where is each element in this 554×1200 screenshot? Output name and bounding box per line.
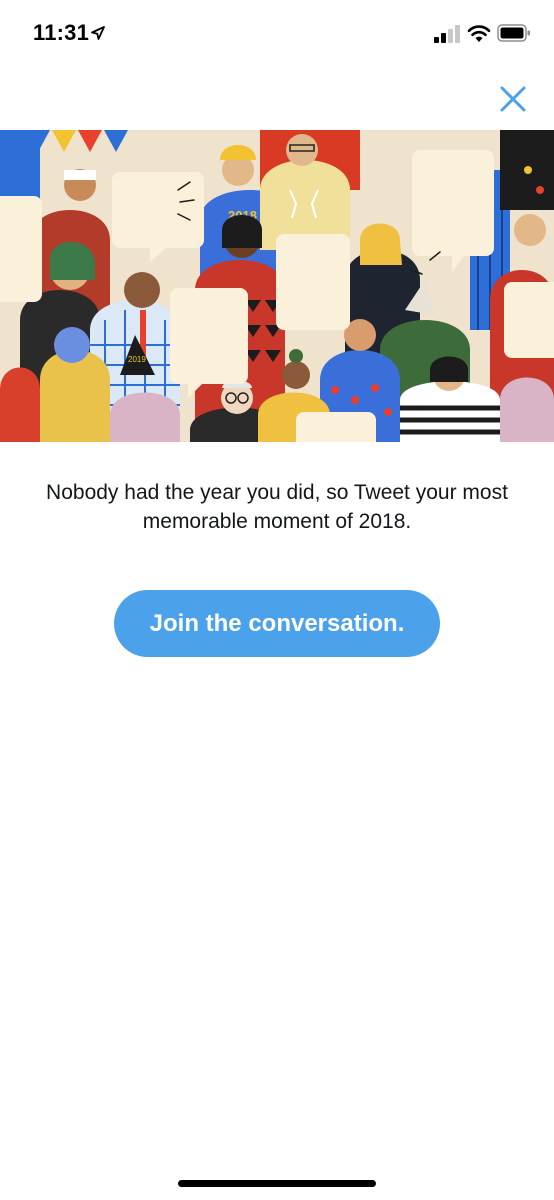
location-arrow-icon [91, 26, 105, 40]
home-indicator[interactable] [178, 1180, 376, 1187]
cellular-signal-icon [434, 25, 460, 43]
hat-year-text: 2019 [128, 355, 146, 364]
celebration-illustration: 2019 2018 [0, 130, 554, 442]
close-icon[interactable] [496, 82, 530, 116]
join-conversation-button[interactable]: Join the conversation. [114, 590, 440, 657]
status-time: 11:31 [33, 20, 90, 45]
crowd-illustration: 2019 2018 [0, 130, 554, 442]
promo-message: Nobody had the year you did, so Tweet yo… [46, 481, 508, 533]
wifi-icon [467, 25, 491, 42]
status-bar: 11:31 [0, 0, 554, 70]
close-button[interactable] [496, 82, 530, 116]
battery-icon [497, 24, 530, 42]
